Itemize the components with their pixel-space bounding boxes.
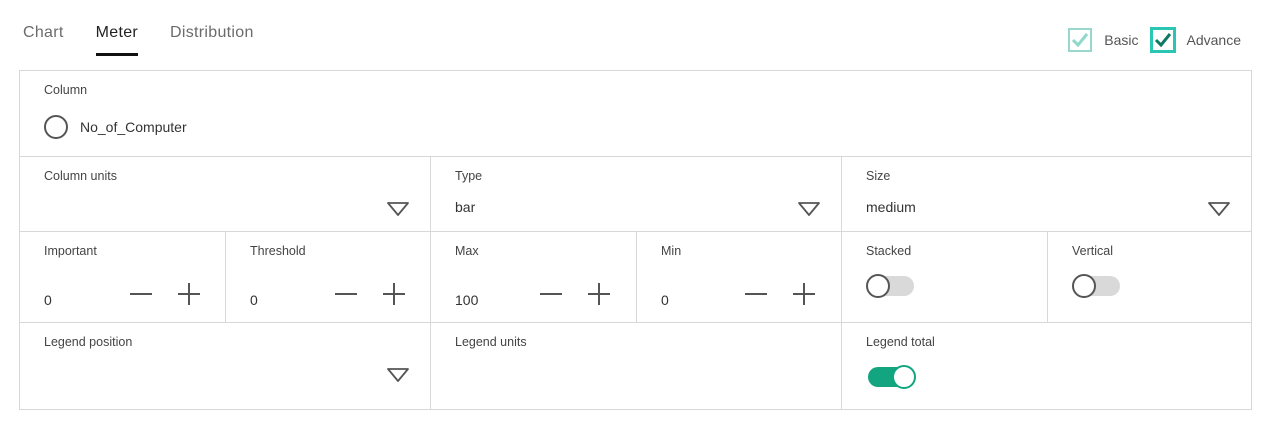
max-value[interactable]: 100 <box>455 292 478 308</box>
column-units-field: Column units <box>20 157 431 232</box>
plus-icon[interactable] <box>382 282 406 306</box>
view-mode-toggles: Basic Advance <box>1056 28 1241 52</box>
legend-units-label: Legend units <box>455 335 527 349</box>
threshold-field: Threshold 0 <box>226 232 431 323</box>
advance-label: Advance <box>1186 32 1241 48</box>
column-label: Column <box>44 83 88 97</box>
advance-checkbox-box[interactable] <box>1150 28 1175 52</box>
min-value[interactable]: 0 <box>661 292 669 308</box>
basic-checkbox[interactable]: Basic <box>1068 28 1139 52</box>
type-value[interactable]: bar <box>455 199 475 215</box>
dropdown-triangle-icon[interactable] <box>797 201 821 217</box>
threshold-label: Threshold <box>250 244 306 258</box>
check-icon <box>1072 33 1089 48</box>
size-label: Size <box>866 169 891 183</box>
legend-position-field: Legend position <box>20 323 431 409</box>
important-value[interactable]: 0 <box>44 292 52 308</box>
basic-checkbox-box[interactable] <box>1068 28 1093 52</box>
dropdown-triangle-icon[interactable] <box>386 367 410 383</box>
plus-icon[interactable] <box>587 282 611 306</box>
minus-icon[interactable] <box>744 282 768 306</box>
tab-bar: Chart Meter Distribution <box>23 22 254 56</box>
stacked-field: Stacked <box>842 232 1048 323</box>
column-option-label[interactable]: No_of_Computer <box>80 119 187 135</box>
important-field: Important 0 <box>20 232 226 323</box>
basic-label: Basic <box>1104 32 1139 48</box>
max-label: Max <box>455 244 479 258</box>
tab-distribution[interactable]: Distribution <box>170 22 254 54</box>
stacked-label: Stacked <box>866 244 912 258</box>
check-icon <box>1154 33 1171 48</box>
important-label: Important <box>44 244 97 258</box>
vertical-label: Vertical <box>1072 244 1113 258</box>
plus-icon[interactable] <box>177 282 201 306</box>
dropdown-triangle-icon[interactable] <box>1207 201 1231 217</box>
tab-meter[interactable]: Meter <box>95 22 139 56</box>
minus-icon[interactable] <box>129 282 153 306</box>
stacked-toggle[interactable] <box>866 274 914 298</box>
meter-settings-panel: Column No_of_Computer Column units Type … <box>19 70 1252 410</box>
legend-total-label: Legend total <box>866 335 935 349</box>
minus-icon[interactable] <box>334 282 358 306</box>
type-label: Type <box>455 169 483 183</box>
advance-checkbox[interactable]: Advance <box>1150 28 1241 52</box>
dropdown-triangle-icon[interactable] <box>386 201 410 217</box>
vertical-field: Vertical <box>1048 232 1251 323</box>
column-radio[interactable] <box>44 115 68 139</box>
column-units-label: Column units <box>44 169 117 183</box>
legend-total-field: Legend total <box>842 323 1251 409</box>
legend-position-label: Legend position <box>44 335 133 349</box>
column-field: Column No_of_Computer <box>20 71 1251 157</box>
type-field: Type bar <box>431 157 842 232</box>
threshold-value[interactable]: 0 <box>250 292 258 308</box>
tab-chart[interactable]: Chart <box>23 22 64 54</box>
max-field: Max 100 <box>431 232 637 323</box>
legend-total-toggle[interactable] <box>866 365 916 389</box>
plus-icon[interactable] <box>792 282 816 306</box>
vertical-toggle[interactable] <box>1072 274 1120 298</box>
min-label: Min <box>661 244 682 258</box>
legend-units-field: Legend units <box>431 323 842 409</box>
minus-icon[interactable] <box>539 282 563 306</box>
min-field: Min 0 <box>637 232 842 323</box>
size-value[interactable]: medium <box>866 199 916 215</box>
size-field: Size medium <box>842 157 1251 232</box>
